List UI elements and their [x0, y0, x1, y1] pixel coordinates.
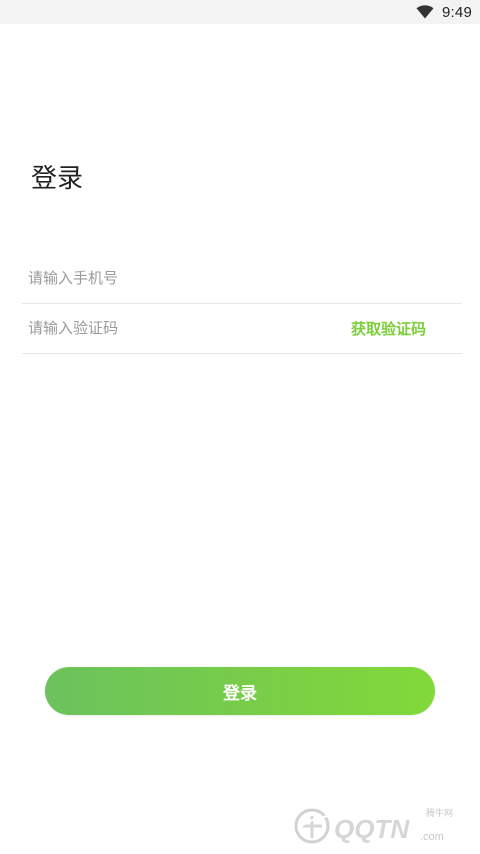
code-field: 获取验证码 — [22, 303, 462, 354]
page-title: 登录 — [31, 164, 84, 194]
status-bar: 9:49 — [0, 0, 480, 24]
svg-text:腾牛网: 腾牛网 — [426, 807, 453, 819]
verification-code-input[interactable] — [22, 303, 351, 353]
login-button[interactable]: 登录 — [45, 667, 435, 715]
qqtn-watermark-logo: QQTN .com 腾牛网 — [294, 807, 453, 844]
get-code-button[interactable]: 获取验证码 — [351, 318, 426, 339]
phone-input[interactable] — [22, 253, 462, 303]
phone-field — [22, 253, 462, 304]
wifi-icon — [416, 5, 434, 19]
svg-text:.com: .com — [420, 831, 444, 843]
svg-text:QQTN: QQTN — [334, 814, 410, 844]
status-clock: 9:49 — [442, 3, 472, 21]
status-icons: 9:49 — [416, 0, 472, 24]
